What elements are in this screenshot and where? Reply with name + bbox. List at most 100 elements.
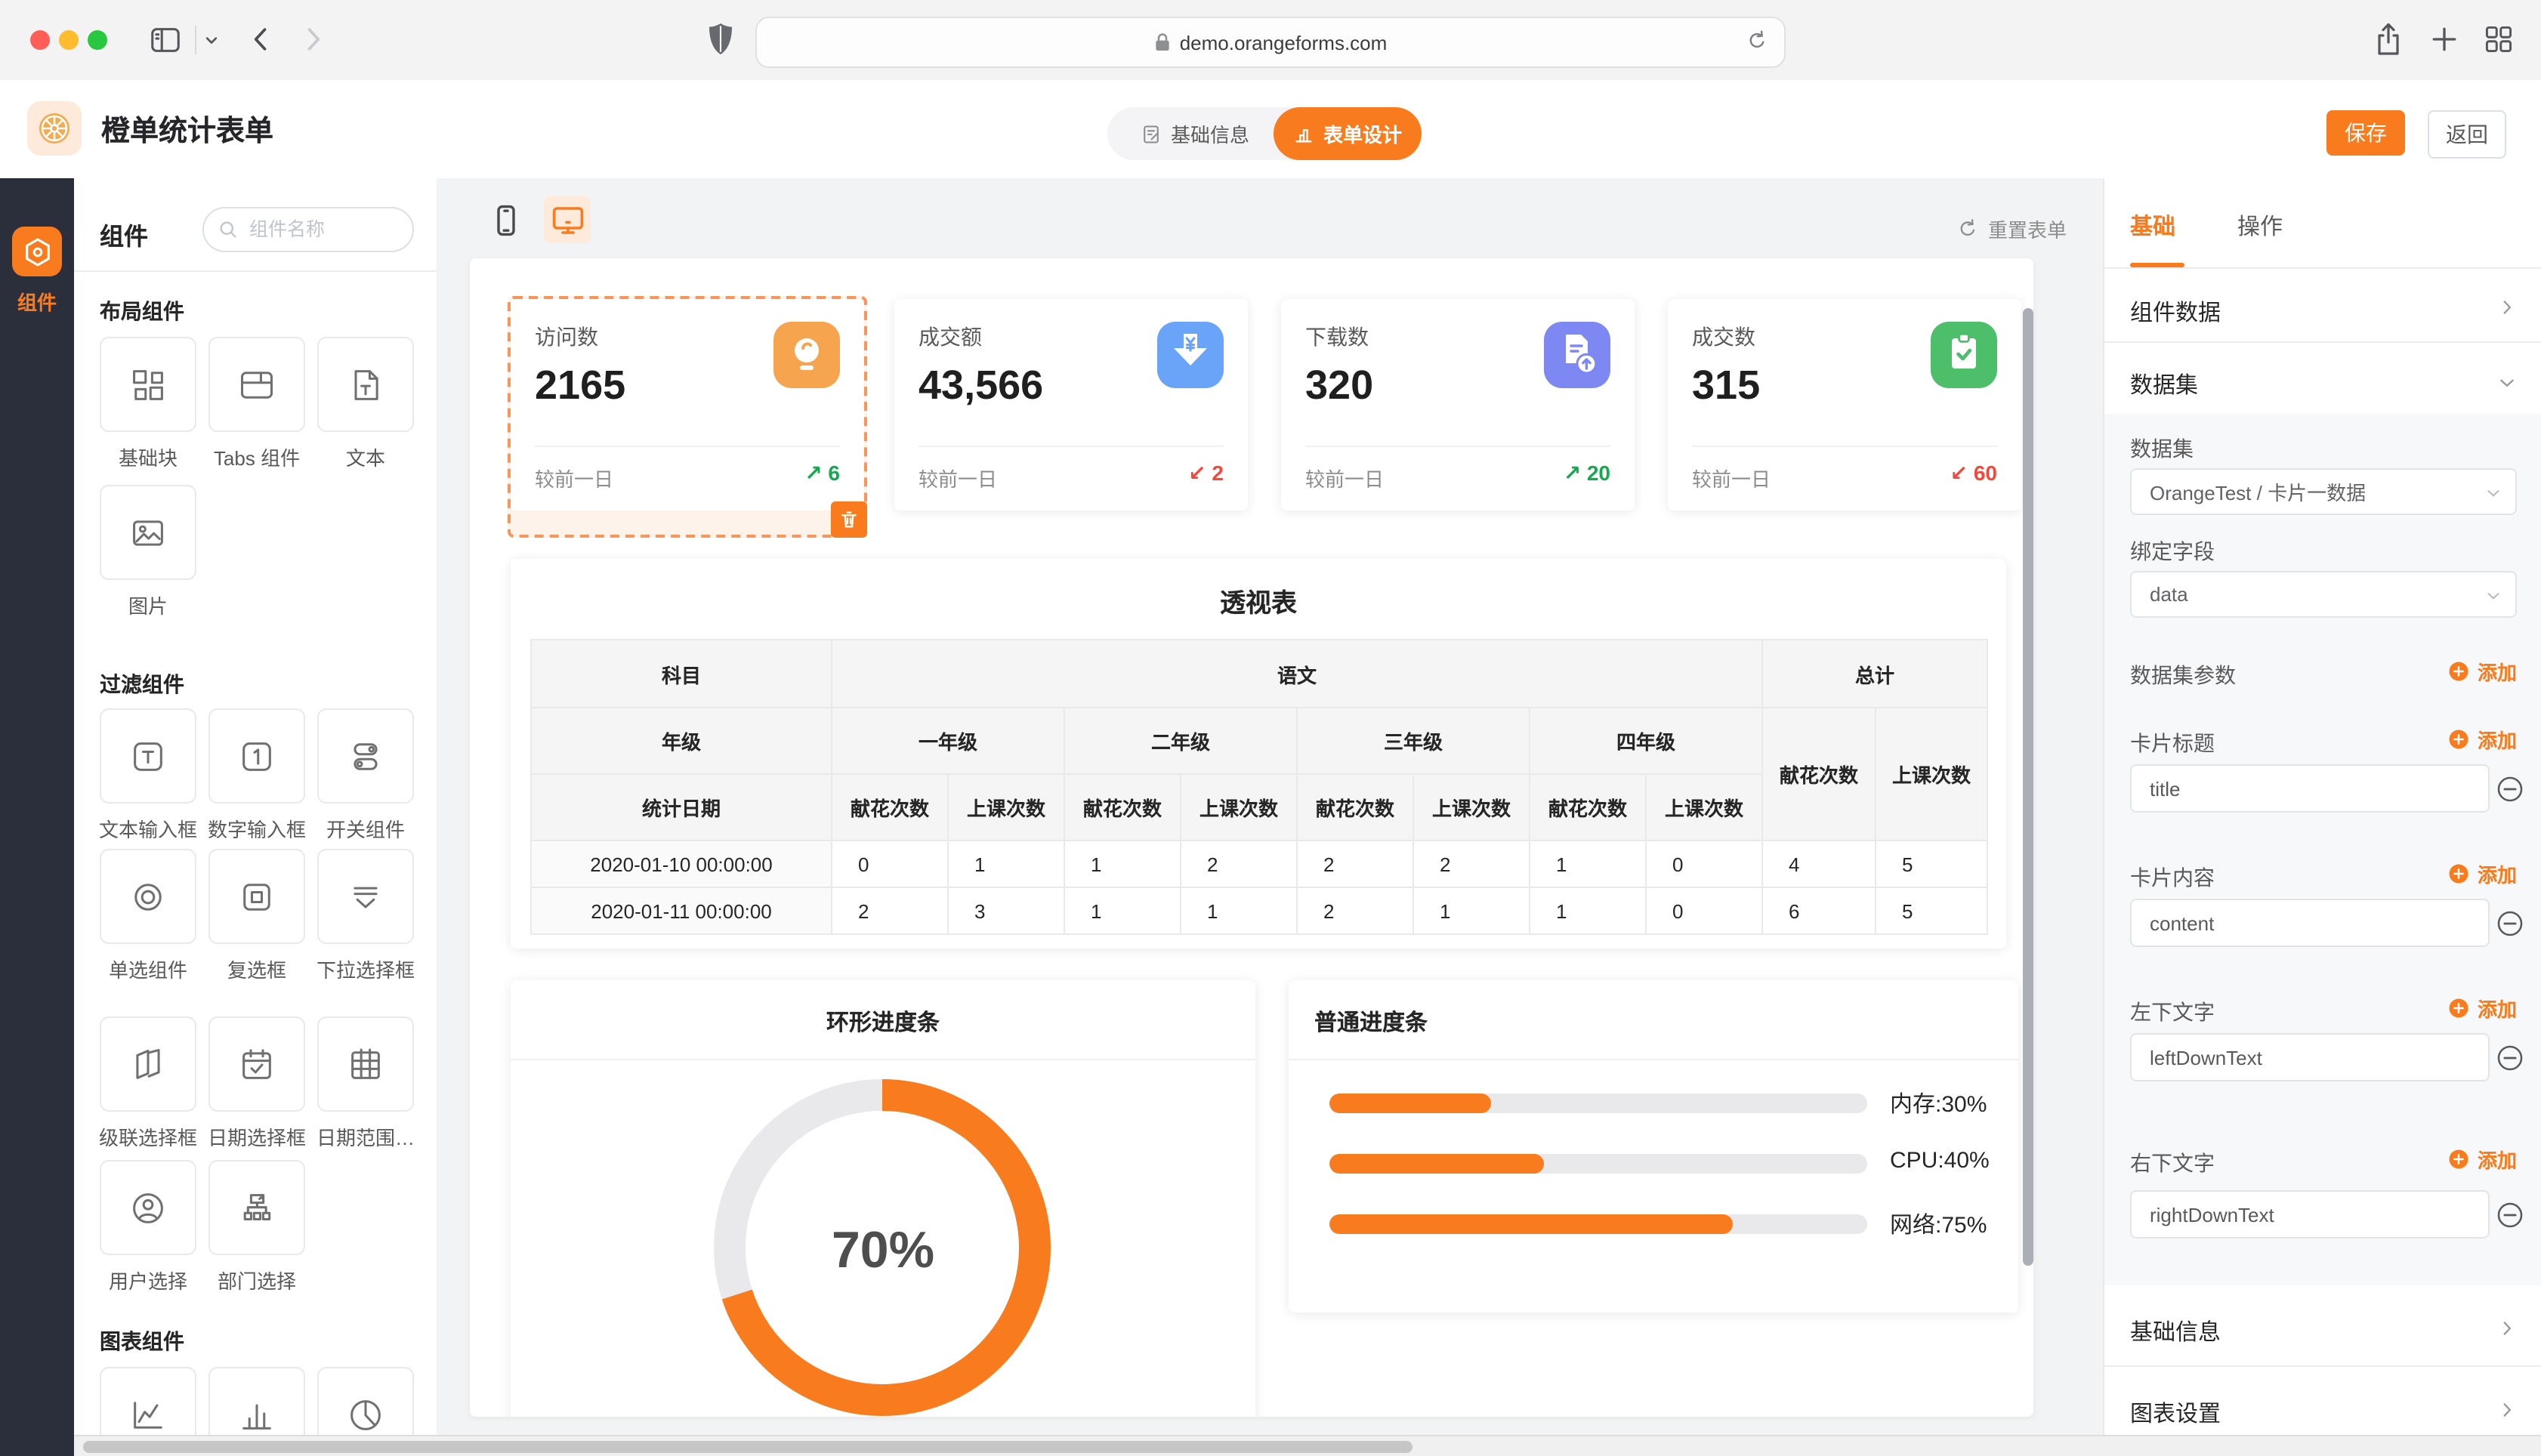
mobile-preview-button[interactable] [482, 196, 529, 243]
back-button-app[interactable]: 返回 [2428, 110, 2506, 159]
section-basic-info[interactable]: 基础信息 [2130, 1316, 2221, 1347]
dataset-label: 数据集 [2130, 433, 2194, 464]
horizontal-scrollbar[interactable] [74, 1435, 2541, 1456]
sidebar-item-cascader[interactable]: 级联选择框 [100, 1016, 196, 1151]
tab-overview-button[interactable] [2482, 23, 2515, 56]
date-range-icon [317, 1016, 414, 1112]
chevron-right-icon[interactable] [2497, 1319, 2517, 1338]
remove-card-content-button[interactable] [2496, 909, 2524, 938]
add-left-down-button[interactable]: 添加 [2447, 994, 2517, 1023]
progress-fill [1329, 1214, 1733, 1234]
save-button[interactable]: 保存 [2326, 110, 2405, 156]
sidebar-item-tabs[interactable]: Tabs 组件 [208, 337, 305, 471]
back-button[interactable] [245, 23, 278, 56]
hexagon-component-icon [20, 235, 54, 268]
reset-form-button[interactable]: 重置表单 [1956, 214, 2067, 243]
forward-button[interactable] [296, 23, 329, 56]
share-button[interactable] [2370, 20, 2407, 59]
remove-card-title-button[interactable] [2496, 775, 2524, 804]
rail-components-button[interactable] [12, 227, 62, 276]
stat-card-visits[interactable]: 访问数 2165 较前一日 ↗ 6 [511, 299, 864, 511]
section-component-data[interactable]: 组件数据 [2130, 296, 2221, 328]
section-chart-settings[interactable]: 图表设置 [2130, 1397, 2221, 1429]
header-nav: 基础信息 表单设计 [1107, 107, 1422, 160]
sidebar-item-basic-block[interactable]: 基础块 [100, 337, 196, 471]
sidebar-item-radio[interactable]: 单选组件 [100, 849, 196, 983]
ring-percent-label: 70% [511, 1222, 1255, 1281]
card-content-input[interactable] [2130, 899, 2490, 947]
reload-button[interactable] [1745, 29, 1769, 53]
bind-field-select[interactable]: data [2130, 571, 2517, 618]
sidebar-toggle-button[interactable] [148, 23, 183, 57]
vertical-scrollbar[interactable] [2023, 308, 2033, 1266]
window-close-button[interactable] [30, 30, 50, 50]
sidebar-item-date-range[interactable]: 日期范围… [317, 1016, 414, 1151]
image-icon [100, 485, 196, 580]
search-icon [218, 219, 239, 240]
desktop-preview-button[interactable] [544, 196, 591, 243]
text-input-icon [100, 708, 196, 804]
sidebar-item-user-select[interactable]: 用户选择 [100, 1160, 196, 1294]
stat-card-downloads[interactable]: 下载数 320 较前一日 ↗ 20 [1281, 299, 1635, 511]
dataset-select[interactable]: OrangeTest / 卡片一数据 [2130, 468, 2517, 515]
chevron-down-icon[interactable] [2497, 373, 2517, 393]
progress-title: 普通进度条 [1314, 1006, 1428, 1038]
section-dataset[interactable]: 数据集 [2130, 369, 2198, 400]
sidebar-item-dept-select[interactable]: 部门选择 [208, 1160, 305, 1294]
ring-title: 环形进度条 [511, 1006, 1255, 1038]
plus-icon [2447, 862, 2470, 885]
panel-tab-basic[interactable]: 基础 [2130, 210, 2175, 242]
sidebar-item-text-input[interactable]: 文本输入框 [100, 708, 196, 843]
horizontal-scrollbar-thumb[interactable] [83, 1441, 1413, 1453]
section-chart-components: 图表组件 [100, 1326, 184, 1356]
new-tab-button[interactable] [2428, 23, 2461, 56]
chevron-down-icon[interactable] [204, 33, 219, 48]
card-title-input[interactable] [2130, 764, 2490, 813]
add-dataset-param-button[interactable]: 添加 [2447, 657, 2517, 686]
stat-card-deal-amount[interactable]: 成交额 43,566 较前一日 ↙ 2 [894, 299, 1248, 511]
tab-basic-info[interactable]: 基础信息 [1141, 107, 1249, 160]
pivot-table-card[interactable]: 透视表 科目 语文 总计 年级 一年级 二年级 三年级 [511, 559, 2006, 949]
sidebar-title: 组件 [100, 216, 148, 252]
progress-bars-card[interactable]: 普通进度条 内存:30% CPU:40% 网络:75% [1289, 980, 2018, 1313]
tab-form-design[interactable]: 表单设计 [1274, 107, 1422, 160]
sidebar-item-text[interactable]: 文本 [317, 337, 414, 471]
sidebar-item-switch[interactable]: 开关组件 [317, 708, 414, 843]
chevron-down-icon [2485, 485, 2502, 501]
right-down-text-input[interactable] [2130, 1190, 2490, 1239]
sidebar-item-select[interactable]: 下拉选择框 [317, 849, 414, 983]
pivot-title: 透视表 [511, 581, 2006, 619]
address-bar[interactable]: demo.orangeforms.com [755, 17, 1786, 68]
divider [1305, 446, 1610, 447]
user-select-icon [100, 1160, 196, 1255]
ring-progress-card[interactable]: 环形进度条 70% [511, 980, 1255, 1417]
add-card-content-button[interactable]: 添加 [2447, 859, 2517, 888]
right-down-text-label: 右下文字 [2130, 1148, 2215, 1178]
trash-icon [838, 509, 860, 530]
add-right-down-button[interactable]: 添加 [2447, 1145, 2517, 1174]
chrome-separator [195, 26, 196, 54]
remove-right-down-button[interactable] [2496, 1201, 2524, 1229]
remove-left-down-button[interactable] [2496, 1044, 2524, 1072]
selected-card-wrapper[interactable]: 访问数 2165 较前一日 ↗ 6 [508, 296, 867, 538]
sidebar-item-date-picker[interactable]: 日期选择框 [208, 1016, 305, 1151]
add-card-title-button[interactable]: 添加 [2447, 725, 2517, 754]
sidebar-item-number-input[interactable]: 数字输入框 [208, 708, 305, 843]
shield-icon[interactable] [707, 20, 734, 59]
panel-tab-action[interactable]: 操作 [2237, 210, 2283, 242]
window-minimize-button[interactable] [59, 30, 79, 50]
left-down-text-input[interactable] [2130, 1033, 2490, 1081]
sidebar-item-image[interactable]: 图片 [100, 485, 196, 619]
form-icon [1141, 123, 1162, 144]
plus-icon [2447, 728, 2470, 751]
app-window: demo.orangeforms.com 橙单统计表单 基础信息 [0, 0, 2541, 1456]
stat-card-deals[interactable]: 成交数 315 较前一日 ↙ 60 [1668, 299, 2021, 511]
chevron-right-icon[interactable] [2497, 1400, 2517, 1420]
progress-fill [1329, 1154, 1545, 1174]
window-zoom-button[interactable] [88, 30, 107, 50]
chevron-right-icon[interactable] [2497, 298, 2517, 317]
sidebar-item-checkbox[interactable]: 复选框 [208, 849, 305, 983]
trend-down-indicator: ↙ 60 [1950, 461, 1997, 486]
minus-icon [2496, 775, 2524, 804]
delete-card-button[interactable] [831, 501, 867, 538]
